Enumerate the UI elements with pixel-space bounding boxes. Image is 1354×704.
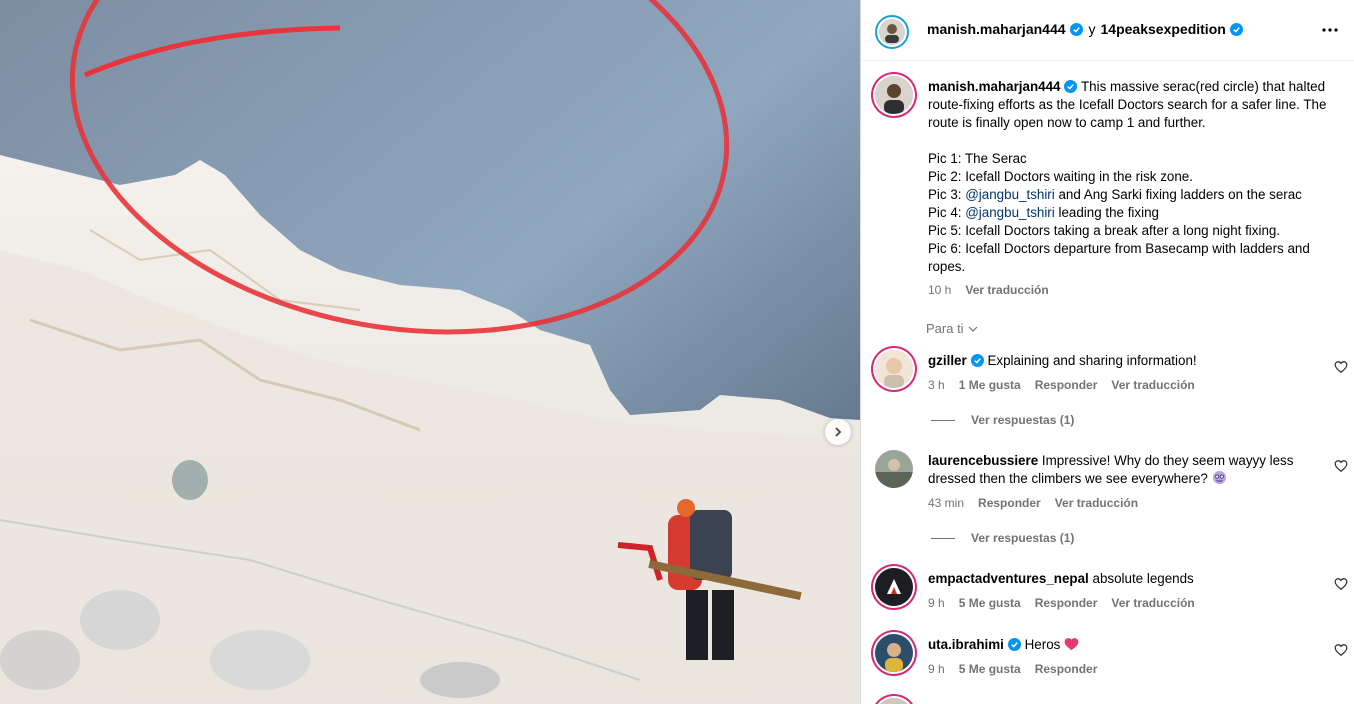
- coauthor-username[interactable]: 14peaksexpedition: [1101, 21, 1226, 37]
- commenter-avatar[interactable]: [875, 634, 913, 672]
- nerd-face-emoji-icon: [1212, 470, 1226, 485]
- reply-button[interactable]: Responder: [1035, 596, 1098, 610]
- next-arrow-icon: [835, 427, 842, 437]
- translate-link[interactable]: Ver traducción: [1111, 378, 1194, 392]
- translate-link[interactable]: Ver traducción: [1111, 596, 1194, 610]
- next-image-button[interactable]: [825, 419, 851, 445]
- caption-pic1: Pic 1: The Serac: [928, 151, 1027, 166]
- reply-button[interactable]: Responder: [978, 496, 1041, 510]
- comment-meta: 9 h 5 Me gusta Responder Ver traducción: [928, 596, 1195, 610]
- comment-username[interactable]: empactadventures_nepal: [928, 571, 1089, 586]
- post-media: [0, 0, 860, 704]
- caption-meta: 10 h Ver traducción: [928, 283, 1049, 297]
- comment-meta: 43 min Responder Ver traducción: [928, 496, 1138, 510]
- caption-pic6: Pic 6: Icefall Doctors departure from Ba…: [928, 241, 1314, 274]
- author-connector: y: [1088, 21, 1096, 37]
- verified-badge-icon: [970, 354, 984, 367]
- caption-pic3-suffix: and Ang Sarki fixing ladders on the sera…: [1054, 187, 1302, 202]
- more-options-icon[interactable]: [1319, 20, 1341, 40]
- comment-username[interactable]: laurencebussiere: [928, 453, 1038, 468]
- chevron-down-icon: [968, 326, 978, 332]
- comment-text: absolute legends: [1092, 571, 1194, 586]
- heart-icon[interactable]: [1334, 360, 1348, 374]
- caption-pic5: Pic 5: Icefall Doctors taking a break af…: [928, 223, 1281, 238]
- view-replies-button[interactable]: Ver respuestas (1): [931, 413, 1074, 427]
- comment-time: 9 h: [928, 662, 945, 676]
- caption-pic4-suffix: leading the fixing: [1054, 205, 1159, 220]
- caption-pic4-prefix: Pic 4:: [928, 205, 966, 220]
- mention-link[interactable]: @jangbu_tshiri: [965, 187, 1055, 202]
- comment-time: 3 h: [928, 378, 945, 392]
- para-ti-toggle[interactable]: Para ti: [926, 321, 978, 336]
- view-replies-label: Ver respuestas (1): [971, 531, 1075, 545]
- post-photo: [0, 0, 860, 704]
- mention-link[interactable]: @jangbu_tshiri: [965, 205, 1055, 220]
- comment-username[interactable]: gziller: [928, 353, 967, 368]
- commenter-avatar[interactable]: [875, 698, 913, 704]
- comment-username[interactable]: uta.ibrahimi: [928, 637, 1004, 652]
- reply-button[interactable]: Responder: [1035, 662, 1098, 676]
- caption-pic2: Pic 2: Icefall Doctors waiting in the ri…: [928, 169, 1193, 184]
- comment-time: 43 min: [928, 496, 965, 510]
- translate-link[interactable]: Ver traducción: [1055, 496, 1138, 510]
- verified-badge-icon: [1069, 22, 1083, 36]
- pink-heart-emoji-icon: [1065, 638, 1079, 651]
- caption-author-avatar[interactable]: [875, 76, 913, 114]
- view-replies-button[interactable]: Ver respuestas (1): [931, 531, 1074, 545]
- post-side-panel: manish.maharjan444 y 14peaksexpedition m…: [860, 0, 1354, 704]
- heart-icon[interactable]: [1334, 643, 1348, 657]
- comment-time: 9 h: [928, 596, 945, 610]
- author-username[interactable]: manish.maharjan444: [927, 21, 1066, 37]
- commenter-avatar[interactable]: [875, 350, 913, 388]
- caption-time: 10 h: [928, 283, 952, 297]
- commenter-avatar[interactable]: [875, 568, 913, 606]
- comment-meta: 9 h 5 Me gusta Responder: [928, 662, 1097, 676]
- comment-likes[interactable]: 5 Me gusta: [959, 662, 1021, 676]
- comment-text: Heros: [1024, 637, 1061, 652]
- post-header: manish.maharjan444 y 14peaksexpedition: [861, 0, 1354, 61]
- comment-text: Explaining and sharing information!: [987, 353, 1197, 368]
- caption-username[interactable]: manish.maharjan444: [928, 79, 1060, 94]
- heart-icon[interactable]: [1334, 577, 1348, 591]
- caption-translate-link[interactable]: Ver traducción: [965, 283, 1048, 297]
- verified-badge-icon: [1007, 638, 1021, 651]
- post-caption: manish.maharjan444 This massive serac(re…: [928, 78, 1328, 276]
- heart-icon[interactable]: [1334, 459, 1348, 473]
- commenter-avatar[interactable]: [875, 450, 913, 488]
- replies-divider: [931, 537, 955, 539]
- reply-button[interactable]: Responder: [1035, 378, 1098, 392]
- para-ti-label: Para ti: [926, 321, 964, 336]
- comment-meta: 3 h 1 Me gusta Responder Ver traducción: [928, 378, 1195, 392]
- view-replies-label: Ver respuestas (1): [971, 413, 1075, 427]
- verified-badge-icon: [1064, 80, 1078, 93]
- author-avatar[interactable]: [875, 15, 909, 49]
- comment-likes[interactable]: 5 Me gusta: [959, 596, 1021, 610]
- verified-badge-icon: [1229, 22, 1243, 36]
- caption-pic3-prefix: Pic 3:: [928, 187, 966, 202]
- replies-divider: [931, 419, 955, 421]
- comment-likes[interactable]: 1 Me gusta: [959, 378, 1021, 392]
